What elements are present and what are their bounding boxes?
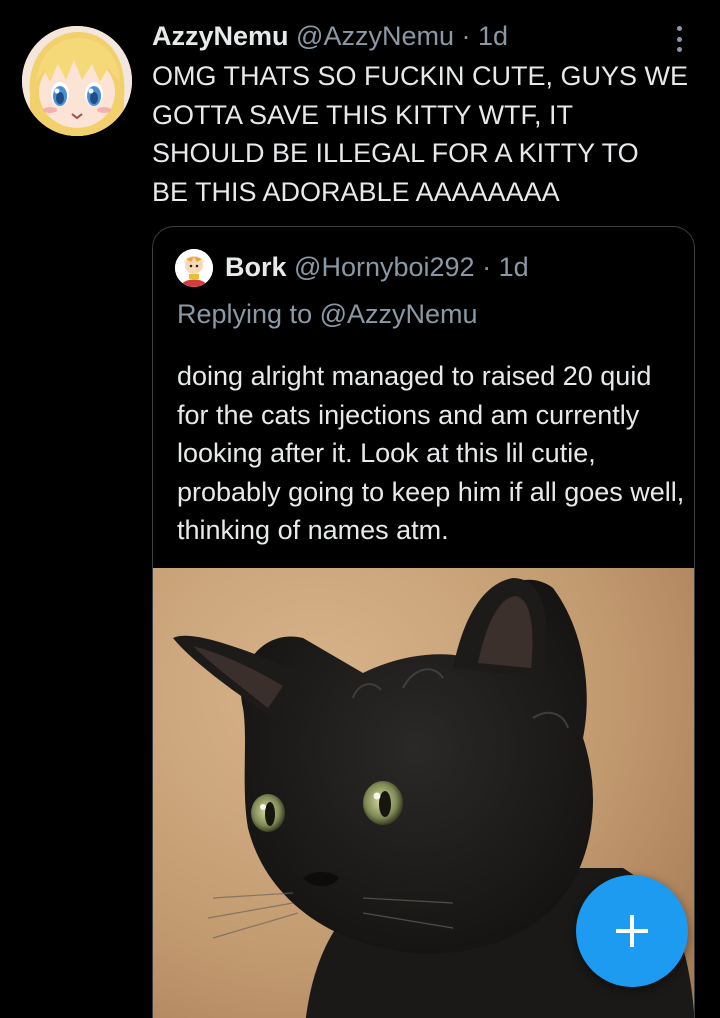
more-dot xyxy=(676,47,682,52)
quoted-timestamp: 1d xyxy=(498,252,529,282)
cartoon-avatar-image xyxy=(175,249,213,287)
replying-to: Replying to @AzzyNemu xyxy=(177,299,478,329)
timestamp[interactable]: 1d xyxy=(478,21,508,51)
tweet-header: AzzyNemu @AzzyNemu · 1d xyxy=(152,18,508,54)
separator-dot: · xyxy=(482,252,492,282)
user-handle[interactable]: @AzzyNemu xyxy=(296,21,454,51)
plus-icon xyxy=(616,915,648,947)
anime-girl-avatar-image xyxy=(22,26,132,136)
tweet[interactable]: AzzyNemu @AzzyNemu · 1d OMG THATS SO FUC… xyxy=(0,0,720,1018)
more-dot xyxy=(676,36,682,42)
quoted-avatar xyxy=(175,249,213,287)
separator-dot: · xyxy=(461,21,471,51)
tweet-text: OMG THATS SO FUCKIN CUTE, GUYS WE GOTTA … xyxy=(152,61,689,207)
quoted-user-handle: @Hornyboi292 xyxy=(294,252,475,282)
quoted-display-name: Bork xyxy=(225,252,287,282)
display-name[interactable]: AzzyNemu xyxy=(152,21,289,51)
quoted-tweet-text: doing alright managed to raised 20 quid … xyxy=(177,361,685,545)
avatar[interactable] xyxy=(22,26,132,136)
compose-tweet-button[interactable] xyxy=(576,875,688,987)
quoted-header: Bork @Hornyboi292 · 1d xyxy=(225,249,529,285)
more-dot xyxy=(676,26,682,31)
more-vertical-icon[interactable] xyxy=(664,22,694,56)
